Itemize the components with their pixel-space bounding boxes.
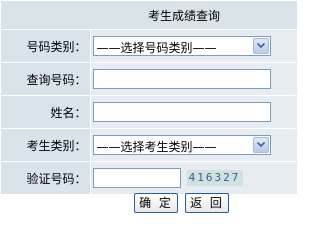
row-query-number: 查询号码： [1, 62, 297, 96]
form-buttons: 确 定 返 回 [134, 193, 229, 213]
candidate-type-select[interactable]: ——选择考生类别—— [92, 135, 271, 155]
captcha-image: 416327 [186, 170, 243, 186]
name-label: 姓名： [1, 95, 91, 129]
candidate-type-select-value: ——选择考生类别—— [96, 140, 217, 154]
verify-code-input[interactable] [92, 168, 181, 188]
title-spacer [1, 1, 90, 30]
query-number-input[interactable] [92, 69, 271, 89]
verify-code-label: 验证号码： [1, 161, 91, 195]
candidate-type-label: 考生类别： [1, 128, 91, 162]
row-number-type: 号码类别： ——选择号码类别—— [1, 29, 297, 63]
number-type-select-value: ——选择号码类别—— [96, 41, 217, 55]
chevron-down-icon[interactable] [252, 137, 269, 153]
row-candidate-type: 考生类别： ——选择考生类别—— [1, 128, 297, 162]
number-type-select[interactable]: ——选择号码类别—— [92, 36, 271, 56]
number-type-label: 号码类别： [1, 29, 91, 63]
score-query-form: 考生成绩查询 号码类别： ——选择号码类别—— 查询号码： 姓名： 考生类别： … [1, 1, 297, 195]
name-input[interactable] [92, 102, 271, 122]
back-button[interactable]: 返 回 [185, 193, 229, 213]
form-title: 考生成绩查询 [90, 1, 297, 30]
confirm-button[interactable]: 确 定 [134, 193, 178, 213]
row-verify-code: 验证号码： 416327 [1, 161, 297, 195]
query-number-label: 查询号码： [1, 62, 91, 96]
row-name: 姓名： [1, 95, 297, 129]
chevron-down-icon[interactable] [252, 38, 269, 54]
